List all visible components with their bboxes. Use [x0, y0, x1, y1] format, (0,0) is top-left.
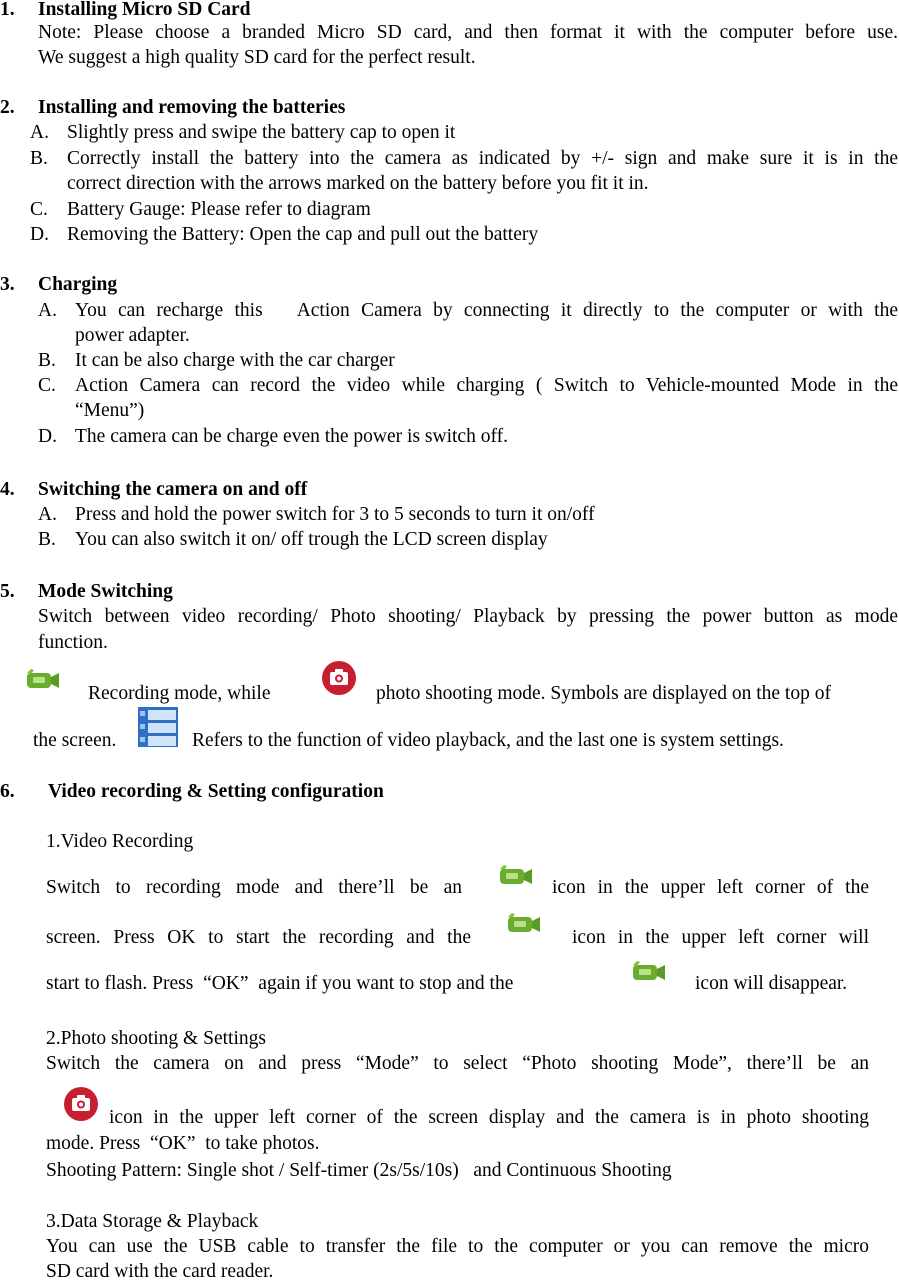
paragraph-line: icon in the upper left corner of the scr… — [109, 1107, 869, 1128]
section-title: Mode Switching — [38, 581, 173, 602]
subsection-title: 3.Data Storage & Playback — [46, 1211, 259, 1232]
list-marker: C. — [30, 199, 48, 220]
list-marker: A. — [38, 300, 57, 321]
playback-icon — [136, 705, 180, 749]
paragraph-line: Note: Please choose a branded Micro SD c… — [38, 22, 898, 43]
list-marker: D. — [38, 426, 57, 447]
section-title: Installing and removing the batteries — [38, 97, 346, 118]
video-camera-icon — [497, 864, 535, 886]
list-item-continuation: correct direction with the arrows marked… — [67, 173, 649, 194]
paragraph-line: icon will disappear. — [695, 973, 848, 994]
list-marker: A. — [30, 122, 49, 143]
list-marker: D. — [30, 224, 49, 245]
list-item: You can also switch it on/ off trough th… — [75, 529, 548, 550]
paragraph-line: Switch between video recording/ Photo sh… — [38, 606, 898, 627]
subsection-title: 2.Photo shooting & Settings — [46, 1028, 266, 1049]
section-number: 2. — [0, 97, 15, 118]
video-camera-icon — [505, 912, 543, 934]
paragraph-line: Shooting Pattern: Single shot / Self-tim… — [46, 1160, 672, 1181]
list-item: Slightly press and swipe the battery cap… — [67, 122, 456, 143]
list-marker: A. — [38, 504, 57, 525]
section-number: 3. — [0, 274, 15, 295]
section-number: 4. — [0, 479, 15, 500]
list-item: Battery Gauge: Please refer to diagram — [67, 199, 371, 220]
list-marker: B. — [30, 148, 48, 169]
section-number: 6. — [0, 781, 15, 802]
paragraph-line: the screen. — [33, 730, 117, 751]
subsection-title: 1.Video Recording — [46, 831, 194, 852]
paragraph-line: function. — [38, 632, 108, 653]
paragraph-line: screen. Press OK to start the recording … — [46, 927, 471, 948]
paragraph-line: Recording mode, while — [88, 683, 271, 704]
paragraph-line: Switch to recording mode and there’ll be… — [46, 877, 462, 898]
list-marker: C. — [38, 375, 56, 396]
video-camera-icon — [24, 668, 62, 690]
photo-camera-icon — [63, 1086, 99, 1122]
list-item: You can recharge this Action Camera by c… — [75, 300, 898, 321]
section-title: Video recording & Setting configuration — [48, 781, 384, 802]
photo-camera-icon — [321, 660, 357, 696]
list-item: Removing the Battery: Open the cap and p… — [67, 224, 539, 245]
list-item: The camera can be charge even the power … — [75, 426, 508, 447]
section-title: Switching the camera on and off — [38, 479, 308, 500]
paragraph-line: icon in the upper left corner of the — [552, 877, 869, 898]
paragraph-line: You can use the USB cable to transfer th… — [46, 1236, 869, 1257]
list-item: Action Camera can record the video while… — [75, 375, 898, 396]
section-title: Installing Micro SD Card — [38, 0, 251, 20]
paragraph-line: start to flash. Press “OK” again if you … — [46, 973, 514, 994]
list-item-continuation: power adapter. — [75, 325, 190, 346]
paragraph-line: Switch the camera on and press “Mode” to… — [46, 1053, 869, 1074]
list-item: Correctly install the battery into the c… — [67, 148, 898, 169]
list-item: It can be also charge with the car charg… — [75, 350, 395, 371]
list-item: Press and hold the power switch for 3 to… — [75, 504, 595, 525]
list-marker: B. — [38, 350, 56, 371]
list-marker: B. — [38, 529, 56, 550]
section-number: 5. — [0, 581, 15, 602]
paragraph-line: Refers to the function of video playback… — [192, 730, 784, 751]
paragraph-line: We suggest a high quality SD card for th… — [38, 47, 476, 68]
list-item-continuation: “Menu”) — [75, 400, 145, 421]
paragraph-line: mode. Press “OK” to take photos. — [46, 1133, 320, 1154]
section-number: 1. — [0, 0, 15, 20]
video-camera-icon — [630, 960, 668, 982]
section-title: Charging — [38, 274, 118, 295]
paragraph-line: photo shooting mode. Symbols are display… — [376, 683, 831, 704]
paragraph-line: icon in the upper left corner will — [572, 927, 869, 948]
